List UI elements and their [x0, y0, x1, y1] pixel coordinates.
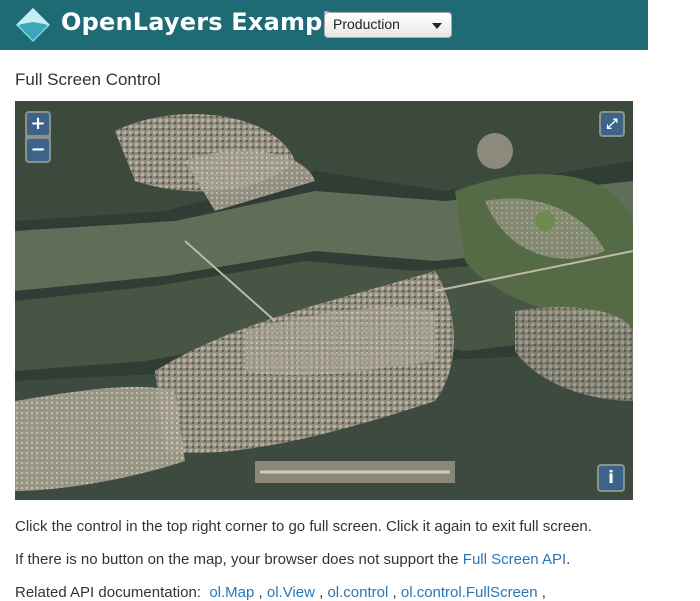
full-screen-api-link[interactable]: Full Screen API	[463, 551, 566, 568]
chevron-down-icon	[432, 23, 442, 29]
expand-icon: ⤢	[606, 116, 618, 132]
api-link-ol-map[interactable]: ol.Map	[209, 584, 254, 601]
version-select-value: Production	[333, 16, 400, 32]
description-line-1: Click the control in the top right corne…	[15, 518, 592, 535]
api-link-ol-control[interactable]: ol.control	[327, 584, 388, 601]
version-select[interactable]: Production	[324, 12, 452, 38]
api-link-ol-control-fullscreen[interactable]: ol.control.FullScreen	[401, 584, 538, 601]
related-api-docs: Related API documentation: ol.Map , ol.V…	[15, 584, 546, 601]
related-api-label: Related API documentation:	[15, 584, 201, 601]
info-icon: i	[608, 468, 614, 488]
navbar: OpenLayers Examples Production	[0, 0, 648, 50]
attribution-button[interactable]: i	[599, 466, 623, 490]
brand-title[interactable]: OpenLayers Examples	[61, 8, 362, 36]
fullscreen-control: ⤢	[599, 111, 625, 137]
satellite-imagery	[15, 101, 633, 500]
fullscreen-button[interactable]: ⤢	[601, 113, 623, 135]
zoom-control: + −	[25, 111, 51, 163]
separator: ,	[392, 584, 397, 601]
description-line-2: If there is no button on the map, your b…	[15, 551, 570, 568]
page-title: Full Screen Control	[15, 70, 161, 89]
map-viewport[interactable]: + − ⤢ i	[15, 101, 633, 500]
separator: ,	[258, 584, 263, 601]
separator: ,	[541, 584, 546, 601]
description-text: If there is no button on the map, your b…	[15, 551, 463, 568]
attribution-control: i	[597, 464, 625, 492]
openlayers-logo-icon[interactable]	[14, 6, 52, 44]
separator: ,	[319, 584, 324, 601]
description-period: .	[566, 551, 571, 568]
zoom-in-button[interactable]: +	[27, 113, 49, 135]
zoom-out-button[interactable]: −	[27, 139, 49, 161]
api-link-ol-view[interactable]: ol.View	[267, 584, 315, 601]
